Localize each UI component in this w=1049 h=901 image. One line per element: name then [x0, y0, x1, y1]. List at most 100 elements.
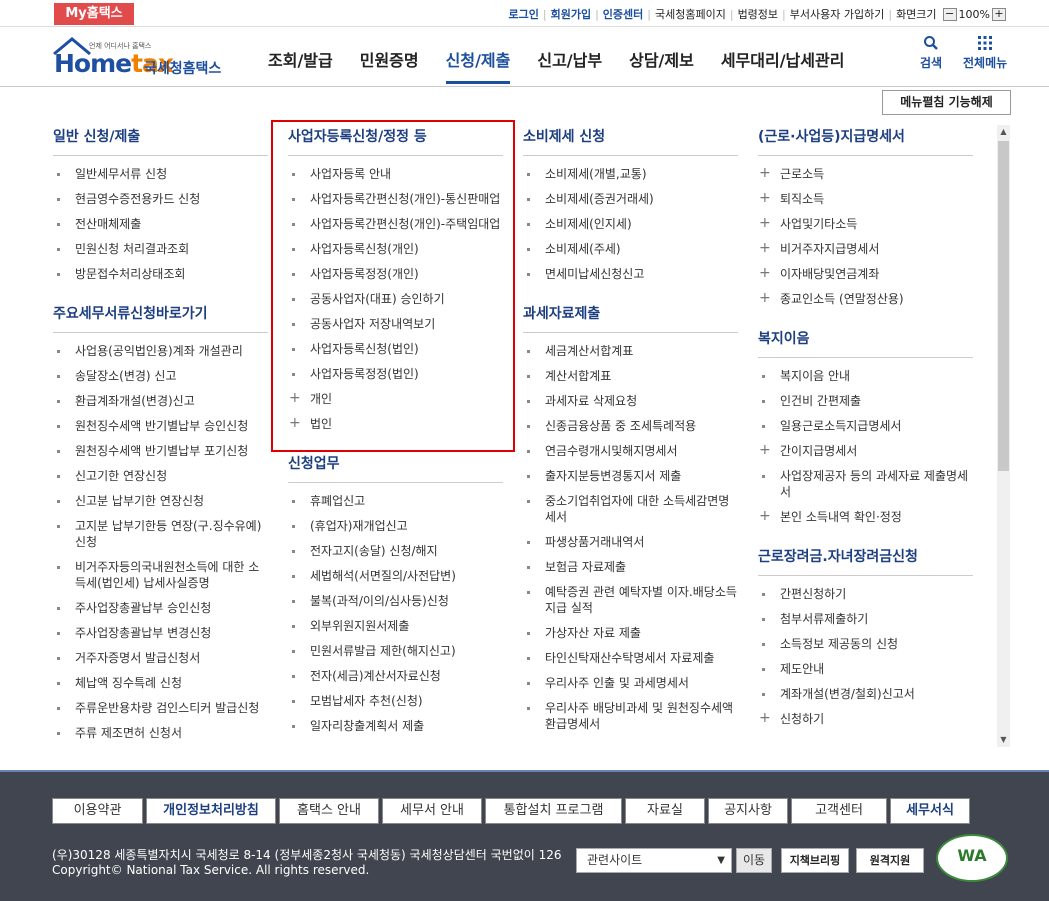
go-button[interactable]: 이동: [736, 848, 772, 873]
footer-link-install-program[interactable]: 통합설치 프로그램: [485, 798, 622, 824]
footer-link-customer-center[interactable]: 고객센터: [791, 798, 887, 824]
menu-item[interactable]: 사업자등록신청(법인): [292, 337, 503, 362]
menu-item[interactable]: 면세미납세신청신고: [527, 262, 738, 287]
menu-item[interactable]: 간편신청하기: [762, 582, 973, 607]
scroll-up-icon[interactable]: ▲: [997, 125, 1010, 139]
footer-link-notice[interactable]: 공지사항: [708, 798, 788, 824]
nav-item-consult[interactable]: 상담/제보: [629, 47, 694, 84]
menu-item[interactable]: 체납액 징수특례 신청: [57, 671, 268, 696]
menu-item[interactable]: 소비제세(주세): [527, 237, 738, 262]
all-menu-button[interactable]: 전체메뉴: [963, 35, 1007, 71]
menu-item[interactable]: 간이지급명세서: [759, 439, 973, 464]
menu-item[interactable]: 신고분 납부기한 연장신청: [57, 489, 268, 514]
menu-item[interactable]: 모범납세자 추천(신청): [292, 689, 503, 714]
menu-item[interactable]: 연금수령개시및해지명세서: [527, 439, 738, 464]
menu-item[interactable]: 우리사주 배당비과세 및 원천징수세액 환급명세서: [527, 696, 738, 737]
menu-item[interactable]: 세법해석(서면질의/사전답변): [292, 564, 503, 589]
menu-item[interactable]: 세금계산서합계표: [527, 339, 738, 364]
menu-item[interactable]: 사업자등록 안내: [292, 162, 503, 187]
menu-item[interactable]: 사업및기타소득: [759, 212, 973, 237]
menu-item[interactable]: 과세자료 삭제요청: [527, 389, 738, 414]
menu-item[interactable]: 신종금융상품 중 조세특례적용: [527, 414, 738, 439]
footer-link-privacy[interactable]: 개인정보처리방침: [146, 798, 276, 824]
menu-item[interactable]: 일반세무서류 신청: [57, 162, 268, 187]
menu-item[interactable]: 외부위원지원서제출: [292, 614, 503, 639]
menu-item[interactable]: (휴업자)재개업신고: [292, 514, 503, 539]
menu-item[interactable]: 우리사주 인출 및 과세명세서: [527, 671, 738, 696]
menu-group-title[interactable]: 사업자등록신청/정정 등: [288, 118, 503, 156]
menu-item[interactable]: 신청하기: [759, 707, 973, 732]
menu-item[interactable]: 비거주자등의국내원천소득에 대한 소득세(법인세) 납세사실증명: [57, 555, 268, 596]
menu-item[interactable]: 파생상품거래내역서: [527, 530, 738, 555]
menu-item[interactable]: 복지이음 안내: [762, 364, 973, 389]
menu-item[interactable]: 소비제세(인지세): [527, 212, 738, 237]
footer-link-archive[interactable]: 자료실: [625, 798, 705, 824]
menu-item[interactable]: 사업자등록간편신청(개인)-통신판매업: [292, 187, 503, 212]
menu-item[interactable]: 사업용(공익법인용)계좌 개설관리: [57, 339, 268, 364]
nav-item-certificate[interactable]: 민원증명: [360, 47, 419, 84]
scrollbar[interactable]: ▲ ▼: [997, 125, 1010, 747]
menu-item[interactable]: 전산매체제출: [57, 212, 268, 237]
hometax-logo[interactable]: 언제 어디서나 홈택스 Hometax 국세청홈택스: [52, 36, 232, 78]
menu-item[interactable]: 방문접수처리상태조회: [57, 262, 268, 287]
law-info-link[interactable]: 법령정보: [738, 6, 778, 22]
menu-item[interactable]: 계좌개설(변경/철회)신고서: [762, 682, 973, 707]
footer-link-hometax-guide[interactable]: 홈택스 안내: [279, 798, 379, 824]
nav-item-report-payment[interactable]: 신고/납부: [537, 47, 602, 84]
menu-item[interactable]: 주사업장총괄납부 승인신청: [57, 596, 268, 621]
menu-item[interactable]: 환급계좌개설(변경)신고: [57, 389, 268, 414]
my-hometax-tab[interactable]: My홈택스: [54, 3, 134, 25]
menu-group-title[interactable]: 과세자료제출: [523, 295, 738, 333]
menu-item[interactable]: 종교인소득 (연말정산용): [759, 287, 973, 312]
menu-item[interactable]: 휴폐업신고: [292, 489, 503, 514]
menu-item[interactable]: 민원신청 처리결과조회: [57, 237, 268, 262]
menu-item[interactable]: 주사업장총괄납부 변경신청: [57, 621, 268, 646]
menu-item[interactable]: 전자(세금)계산서자료신청: [292, 664, 503, 689]
nts-homepage-link[interactable]: 국세청홈페이지: [655, 6, 726, 22]
menu-item[interactable]: 공동사업자 저장내역보기: [292, 312, 503, 337]
menu-item[interactable]: 사업자등록정정(법인): [292, 362, 503, 387]
related-sites-select[interactable]: 관련사이트 ▼: [576, 848, 732, 873]
menu-item[interactable]: 법인: [289, 412, 503, 437]
menu-item[interactable]: 주류 제조면허 신청서: [57, 721, 268, 746]
menu-item[interactable]: 타인신탁재산수탁명세서 자료제출: [527, 646, 738, 671]
menu-item[interactable]: 주류운반용차량 검인스티커 발급신청: [57, 696, 268, 721]
menu-item[interactable]: 퇴직소득: [759, 187, 973, 212]
menu-item[interactable]: 현금영수증전용카드 신청: [57, 187, 268, 212]
footer-link-taxoffice-guide[interactable]: 세무서 안내: [382, 798, 482, 824]
menu-item[interactable]: 사업자등록신청(개인): [292, 237, 503, 262]
menu-item[interactable]: 제도안내: [762, 657, 973, 682]
menu-item[interactable]: 송달장소(변경) 신고: [57, 364, 268, 389]
menu-item[interactable]: 일용근로소득지급명세서: [762, 414, 973, 439]
menu-item[interactable]: 원천징수세액 반기별납부 포기신청: [57, 439, 268, 464]
menu-item[interactable]: 불복(과적/이의/심사등)신청: [292, 589, 503, 614]
menu-item[interactable]: 소득정보 제공동의 신청: [762, 632, 973, 657]
menu-item[interactable]: 사업자등록간편신청(개인)-주택임대업: [292, 212, 503, 237]
zoom-in-icon[interactable]: +: [992, 7, 1006, 21]
menu-item[interactable]: 소비제세(증권거래세): [527, 187, 738, 212]
menu-item[interactable]: 중소기업취업자에 대한 소득세감면명세서: [527, 489, 738, 530]
menu-group-title[interactable]: 근로장려금.자녀장려금신청: [758, 538, 973, 576]
login-link[interactable]: 로그인: [509, 6, 539, 22]
nav-item-inquiry[interactable]: 조회/발급: [268, 47, 333, 84]
footer-link-tax-forms[interactable]: 세무서식: [890, 798, 970, 824]
remote-support-button[interactable]: 원격지원: [856, 848, 924, 873]
menu-item[interactable]: 근로소득: [759, 162, 973, 187]
menu-item[interactable]: 민원서류발급 제한(해지신고): [292, 639, 503, 664]
cert-center-link[interactable]: 인증센터: [603, 6, 643, 22]
menu-group-title[interactable]: 복지이음: [758, 320, 973, 358]
menu-item[interactable]: 인건비 간편제출: [762, 389, 973, 414]
menu-fold-toggle-button[interactable]: 메뉴펼침 기능해제: [882, 90, 1011, 115]
menu-item[interactable]: 사업장제공자 등의 과세자료 제출명세서: [762, 464, 973, 505]
nav-item-tax-agent[interactable]: 세무대리/납세관리: [721, 47, 845, 84]
menu-group-title[interactable]: 일반 신청/제출: [53, 118, 268, 156]
menu-item[interactable]: 계산서합계표: [527, 364, 738, 389]
menu-item[interactable]: 비거주자지급명세서: [759, 237, 973, 262]
menu-item[interactable]: 전자고지(송달) 신청/해지: [292, 539, 503, 564]
menu-item[interactable]: 원천징수세액 반기별납부 승인신청: [57, 414, 268, 439]
menu-item[interactable]: 거주자증명서 발급신청서: [57, 646, 268, 671]
menu-item[interactable]: 신고기한 연장신청: [57, 464, 268, 489]
menu-item[interactable]: 이자배당및연금계좌: [759, 262, 973, 287]
menu-item[interactable]: 보험금 자료제출: [527, 555, 738, 580]
dept-user-signup-link[interactable]: 부서사용자 가입하기: [790, 6, 885, 22]
